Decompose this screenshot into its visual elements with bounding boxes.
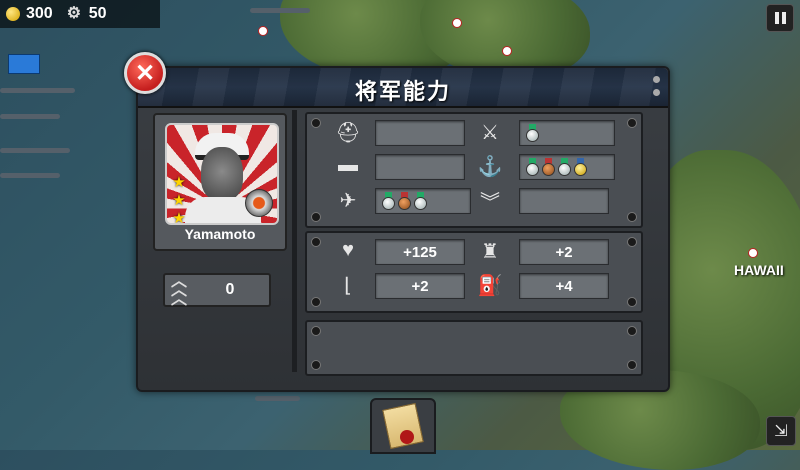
rank-value: 0 (225, 281, 235, 298)
title-bar: 将军能力 (138, 68, 668, 108)
chevron-rank-icon: ︾ (480, 192, 500, 214)
menu-corner-button[interactable]: ⇲ (766, 416, 796, 446)
movement-bonus: +2 (375, 273, 465, 299)
rank-stars: ★★★ (170, 173, 187, 225)
pause-icon (774, 12, 779, 24)
bonus-section: ♥ +125 ♜ +2 ⌊ +2 ⛽ +4 (305, 231, 643, 313)
general-portrait: ★★★ (165, 123, 279, 225)
boot-icon: ⌊ (344, 275, 352, 297)
equipment-section: ⛑ ⚔ ▬ ⚓ ✈ ︾ (305, 112, 643, 228)
enemy-ship[interactable] (250, 8, 310, 13)
general-face (201, 147, 243, 201)
medal-silver (526, 158, 539, 176)
heart-icon: ♥ (342, 239, 354, 261)
enemy-ship[interactable] (255, 396, 300, 401)
panel-divider (292, 110, 297, 372)
us-flag-marker (502, 46, 512, 56)
us-flag-marker (748, 248, 758, 258)
anchor-icon: ⚓ (477, 156, 503, 178)
gear-amount: 50 (88, 5, 107, 22)
us-flag-marker (452, 18, 462, 28)
enemy-ship[interactable] (0, 173, 60, 178)
medal-bronze (398, 192, 411, 210)
general-card[interactable]: ★★★ Yamamoto (153, 113, 287, 251)
plane-icon: ✈ (339, 190, 357, 212)
enemy-ship[interactable] (0, 114, 60, 119)
navy-badge-icon (245, 189, 273, 217)
medal-silver (414, 192, 427, 210)
chevron-rank-icon: ︿ ︿ ︿ (171, 273, 188, 308)
us-flag-marker (258, 26, 268, 36)
infantry-slot[interactable] (375, 120, 465, 146)
close-icon: ✕ (134, 59, 156, 87)
map-location-label: HAWAII (734, 262, 784, 278)
enemy-ship[interactable] (0, 88, 75, 93)
coin-icon (6, 7, 20, 21)
fortification-bonus: +2 (519, 239, 609, 265)
fuel-can-icon: ⛽ (477, 275, 503, 297)
medal-silver (558, 158, 571, 176)
corner-arrow-icon: ⇲ (774, 423, 788, 440)
medal-bronze (542, 158, 555, 176)
supply-bonus: +4 (519, 273, 609, 299)
medal-silver (382, 192, 395, 210)
resource-bar: 300 ⚙ 50 (0, 0, 160, 28)
description-section (305, 320, 643, 376)
close-button[interactable]: ✕ (124, 52, 166, 94)
blue-unit-marker[interactable] (8, 54, 40, 74)
gear-icon: ⚙ (66, 5, 82, 22)
medal-silver (526, 124, 539, 142)
scroll-button[interactable] (370, 398, 436, 454)
rank-slot[interactable] (519, 188, 609, 214)
cannon-icon: ⚔ (481, 122, 499, 144)
health-bonus: +125 (375, 239, 465, 265)
panel-title: 将军能力 (354, 80, 451, 105)
helmet-icon: ⛑ (335, 122, 361, 144)
medal-gold (574, 158, 587, 176)
gold-amount: 300 (26, 5, 53, 22)
title-rivets (653, 76, 660, 102)
artillery-slot[interactable] (519, 120, 615, 146)
enemy-ship[interactable] (0, 148, 70, 153)
air-slot[interactable] (375, 188, 471, 214)
tank-slot[interactable] (375, 154, 465, 180)
pause-button[interactable] (766, 4, 794, 32)
navy-slot[interactable] (519, 154, 615, 180)
castle-icon: ♜ (481, 241, 499, 263)
rank-level-box: ︿ ︿ ︿ 0 (163, 273, 271, 308)
general-name: Yamamoto (184, 226, 256, 242)
tank-icon: ▬ (338, 154, 358, 176)
